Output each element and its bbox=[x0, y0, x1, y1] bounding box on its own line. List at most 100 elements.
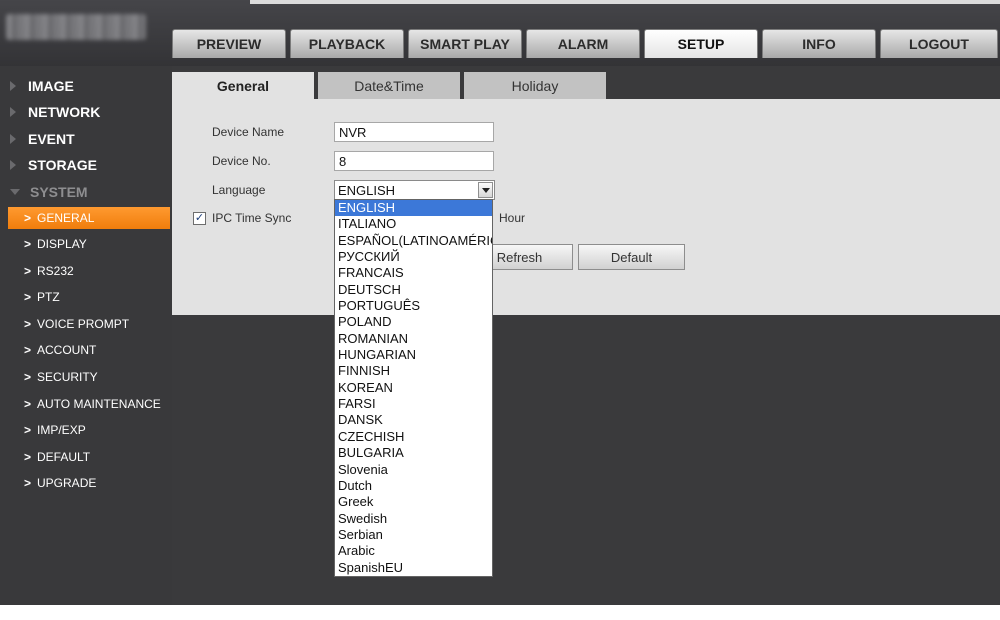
language-option[interactable]: FRANCAIS bbox=[335, 265, 492, 281]
language-option[interactable]: ROMANIAN bbox=[335, 331, 492, 347]
app-window: PREVIEW PLAYBACK SMART PLAY ALARM SETUP … bbox=[0, 0, 1000, 605]
language-option[interactable]: DANSK bbox=[335, 412, 492, 428]
language-option[interactable]: Serbian bbox=[335, 527, 492, 543]
language-option[interactable]: ESPAÑOL(LATINOAMÉRICA) bbox=[335, 233, 492, 249]
tab-alarm[interactable]: ALARM bbox=[526, 29, 640, 58]
language-option[interactable]: BULGARIA bbox=[335, 445, 492, 461]
sidebar-item-event[interactable]: EVENT bbox=[10, 127, 75, 151]
device-no-input[interactable]: 8 bbox=[334, 151, 494, 171]
language-dropdown-list[interactable]: ENGLISH ITALIANO ESPAÑOL(LATINOAMÉRICA) … bbox=[334, 199, 493, 577]
sidebar-subitem-label: PTZ bbox=[37, 290, 60, 304]
sidebar-subitem-display[interactable]: > DISPLAY bbox=[24, 233, 87, 255]
sidebar-subitem-account[interactable]: > ACCOUNT bbox=[24, 339, 96, 361]
sidebar-item-label: NETWORK bbox=[28, 104, 101, 120]
sidebar-item-label: IMAGE bbox=[28, 78, 74, 94]
dropdown-arrow-icon[interactable] bbox=[478, 182, 493, 198]
sidebar-subitem-upgrade[interactable]: > UPGRADE bbox=[24, 472, 96, 494]
sidebar-subitem-label: GENERAL bbox=[37, 211, 95, 225]
device-no-label: Device No. bbox=[212, 154, 271, 168]
language-option[interactable]: KOREAN bbox=[335, 380, 492, 396]
language-label: Language bbox=[212, 183, 266, 197]
sidebar-subitem-label: AUTO MAINTENANCE bbox=[37, 397, 161, 411]
language-option[interactable]: CZECHISH bbox=[335, 429, 492, 445]
chevron-right-icon: > bbox=[24, 264, 32, 278]
chevron-right-icon: > bbox=[24, 317, 32, 331]
subtab-general[interactable]: General bbox=[172, 72, 314, 99]
sidebar-subitem-general[interactable]: > GENERAL bbox=[8, 207, 170, 229]
sidebar-subitem-label: UPGRADE bbox=[37, 476, 97, 490]
sidebar-item-storage[interactable]: STORAGE bbox=[10, 153, 97, 177]
language-option[interactable]: ENGLISH bbox=[335, 200, 492, 217]
sidebar-subitem-label: IMP/EXP bbox=[37, 423, 86, 437]
chevron-right-icon: > bbox=[24, 397, 32, 411]
sidebar-subitem-label: SECURITY bbox=[37, 370, 98, 384]
language-option[interactable]: SpanishEU bbox=[335, 560, 492, 576]
general-settings-panel bbox=[172, 99, 1000, 315]
language-option[interactable]: FARSI bbox=[335, 396, 492, 412]
chevron-right-icon: > bbox=[24, 423, 32, 437]
sidebar-subitem-voice-prompt[interactable]: > VOICE PROMPT bbox=[24, 313, 129, 335]
sidebar-subitem-default[interactable]: > DEFAULT bbox=[24, 446, 90, 468]
sidebar-subitem-label: DEFAULT bbox=[37, 450, 91, 464]
sidebar-item-image[interactable]: IMAGE bbox=[10, 74, 74, 98]
sidebar-item-label: EVENT bbox=[28, 131, 75, 147]
sidebar-subitem-imp-exp[interactable]: > IMP/EXP bbox=[24, 419, 86, 441]
chevron-right-icon: > bbox=[24, 211, 32, 225]
language-select-value: ENGLISH bbox=[338, 182, 396, 198]
language-option[interactable]: ITALIANO bbox=[335, 216, 492, 232]
language-option[interactable]: HUNGARIAN bbox=[335, 347, 492, 363]
chevron-right-icon: > bbox=[24, 343, 32, 357]
chevron-right-icon: > bbox=[24, 370, 32, 384]
sidebar-subitem-label: VOICE PROMPT bbox=[37, 317, 130, 331]
sidebar-item-label: SYSTEM bbox=[30, 184, 88, 200]
sidebar-item-system[interactable]: SYSTEM bbox=[10, 180, 88, 204]
triangle-right-icon bbox=[10, 134, 16, 144]
brand-logo bbox=[6, 14, 146, 40]
language-option[interactable]: DEUTSCH bbox=[335, 282, 492, 298]
triangle-right-icon bbox=[10, 81, 16, 91]
chevron-right-icon: > bbox=[24, 290, 32, 304]
language-option[interactable]: РУССКИЙ bbox=[335, 249, 492, 265]
tab-setup[interactable]: SETUP bbox=[644, 29, 758, 58]
sidebar-subitem-rs232[interactable]: > RS232 bbox=[24, 260, 74, 282]
language-option[interactable]: Slovenia bbox=[335, 462, 492, 478]
device-name-label: Device Name bbox=[212, 125, 285, 139]
sidebar-subitem-label: DISPLAY bbox=[37, 237, 87, 251]
subtab-date-time[interactable]: Date&Time bbox=[318, 72, 460, 99]
language-option[interactable]: Swedish bbox=[335, 511, 492, 527]
sidebar-subitem-label: ACCOUNT bbox=[37, 343, 97, 357]
tab-info[interactable]: INFO bbox=[762, 29, 876, 58]
chevron-right-icon: > bbox=[24, 237, 32, 251]
language-option[interactable]: FINNISH bbox=[335, 363, 492, 379]
ipc-time-sync-unit: Hour bbox=[499, 211, 526, 225]
header-top-line bbox=[250, 0, 1000, 4]
sidebar-subitem-label: RS232 bbox=[37, 264, 74, 278]
sidebar-item-network[interactable]: NETWORK bbox=[10, 100, 100, 124]
default-button[interactable]: Default bbox=[578, 244, 685, 270]
language-select[interactable]: ENGLISH bbox=[334, 180, 495, 200]
triangle-right-icon bbox=[10, 160, 16, 170]
tab-logout[interactable]: LOGOUT bbox=[880, 29, 998, 58]
device-name-input[interactable]: NVR bbox=[334, 122, 494, 142]
ipc-time-sync-label: IPC Time Sync bbox=[212, 211, 292, 225]
ipc-time-sync-checkbox[interactable]: ✓ bbox=[193, 212, 206, 225]
triangle-right-icon bbox=[10, 107, 16, 117]
tab-smart-play[interactable]: SMART PLAY bbox=[408, 29, 522, 58]
chevron-right-icon: > bbox=[24, 450, 32, 464]
sidebar-subitem-auto-maintenance[interactable]: > AUTO MAINTENANCE bbox=[24, 393, 161, 415]
sidebar: IMAGE NETWORK EVENT STORAGE SYSTEM > GEN… bbox=[0, 66, 172, 605]
tab-preview[interactable]: PREVIEW bbox=[172, 29, 286, 58]
subtab-holiday[interactable]: Holiday bbox=[464, 72, 606, 99]
language-option[interactable]: POLAND bbox=[335, 314, 492, 330]
language-option[interactable]: PORTUGUÊS bbox=[335, 298, 492, 314]
language-option[interactable]: Greek bbox=[335, 494, 492, 510]
language-option[interactable]: Dutch bbox=[335, 478, 492, 494]
sidebar-subitem-ptz[interactable]: > PTZ bbox=[24, 286, 60, 308]
language-option[interactable]: Arabic bbox=[335, 543, 492, 559]
sidebar-subitem-security[interactable]: > SECURITY bbox=[24, 366, 98, 388]
tab-playback[interactable]: PLAYBACK bbox=[290, 29, 404, 58]
header-bar: PREVIEW PLAYBACK SMART PLAY ALARM SETUP … bbox=[0, 0, 1000, 66]
chevron-right-icon: > bbox=[24, 476, 32, 490]
sidebar-item-label: STORAGE bbox=[28, 157, 97, 173]
triangle-down-icon bbox=[10, 189, 20, 195]
